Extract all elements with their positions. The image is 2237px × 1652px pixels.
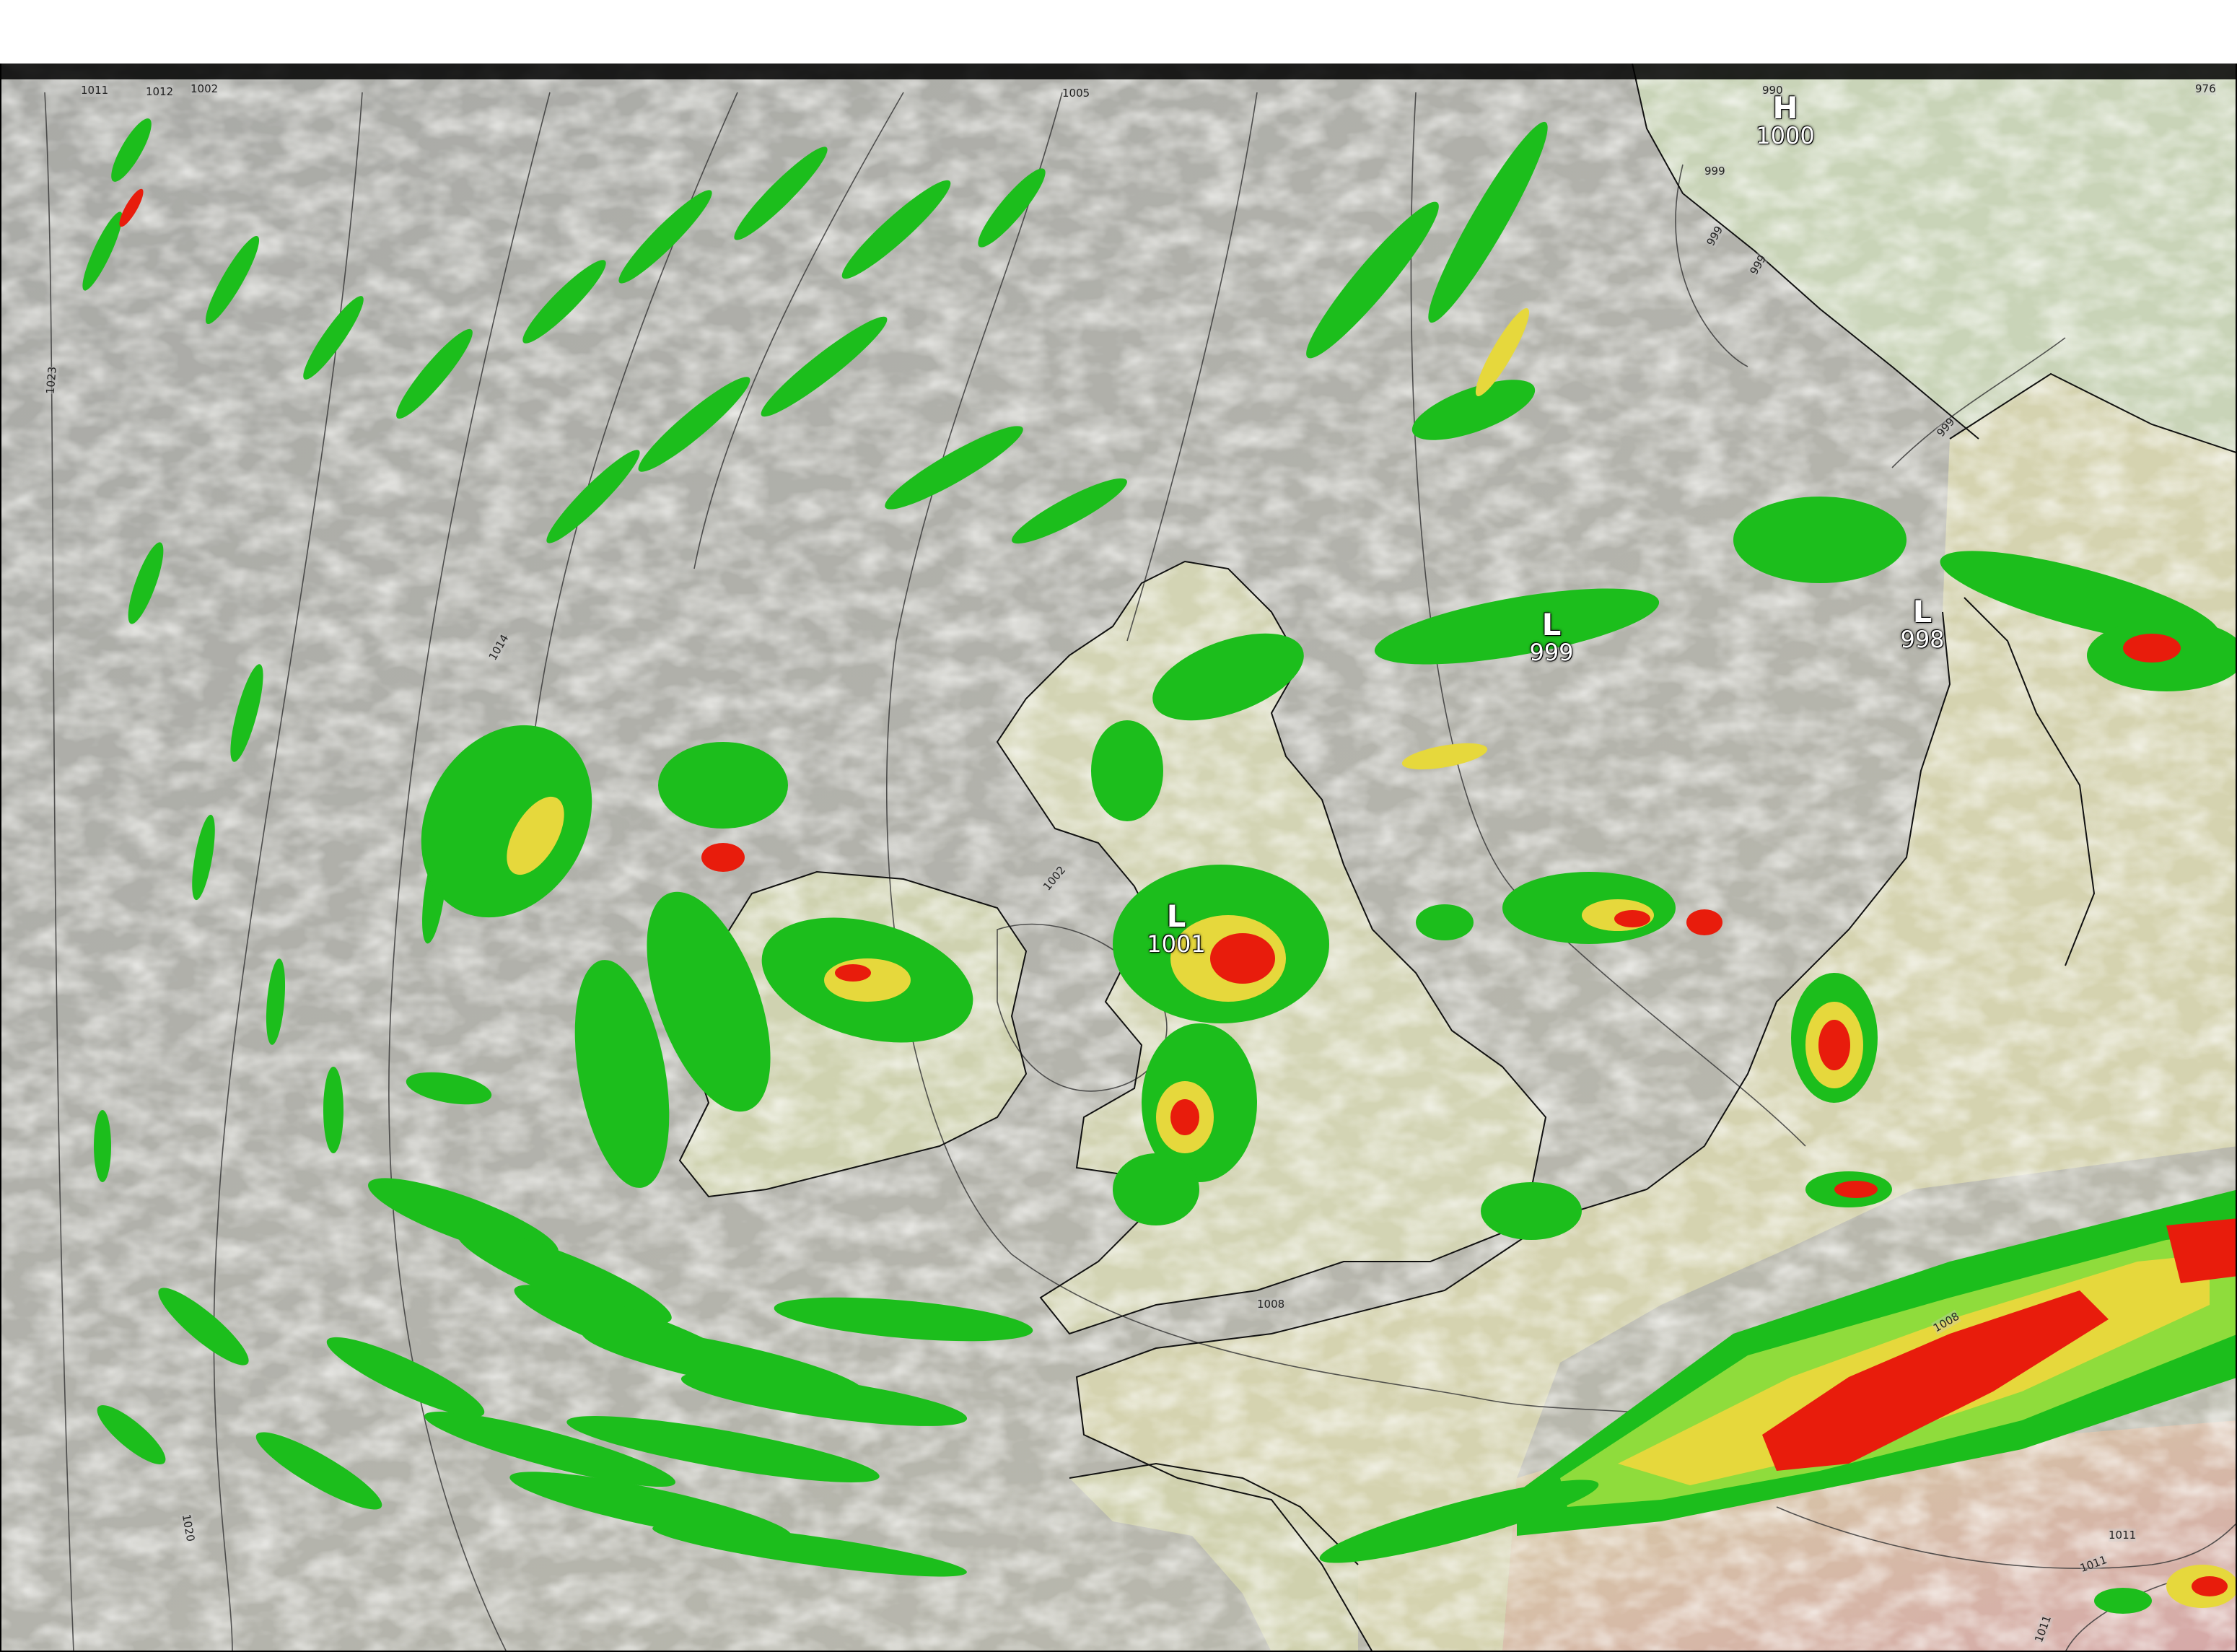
top-strip-label: 999 [1704,165,1725,178]
pressure-value: 1001 [1147,930,1206,958]
top-strip-label: 976 [2195,82,2216,95]
top-strip [1,64,2236,79]
low-pressure-center[interactable]: L 1001 [1147,899,1206,958]
weather-map-frame: 1011 1012 1002 1005 990 976 999 1023 101… [0,0,2237,1652]
weather-map[interactable]: 1011 1012 1002 1005 990 976 999 1023 101… [0,64,2237,1652]
low-pressure-center[interactable]: L 999 [1529,607,1574,667]
pressure-symbol: H [1772,90,1798,126]
pressure-symbol: L [1166,899,1186,934]
isobar-label: 1011 [2109,1529,2137,1542]
pressure-symbol: L [1912,594,1932,629]
map-canvas [1,64,2236,1651]
top-strip-label: 1005 [1062,87,1090,100]
high-pressure-center[interactable]: H 1000 [1756,92,1814,149]
top-strip-label: 1002 [191,82,219,95]
isobar-label: 1023 [43,366,59,395]
low-pressure-center[interactable]: L 998 [1900,594,1945,654]
pressure-value: 999 [1529,639,1574,667]
top-strip-label: 1011 [81,84,109,97]
pressure-value: 1000 [1756,122,1815,150]
top-strip-label: 1012 [146,85,174,98]
isobar-label: 1008 [1257,1298,1285,1311]
pressure-value: 998 [1900,626,1945,654]
pressure-symbol: L [1541,607,1562,642]
top-margin [0,0,2237,64]
